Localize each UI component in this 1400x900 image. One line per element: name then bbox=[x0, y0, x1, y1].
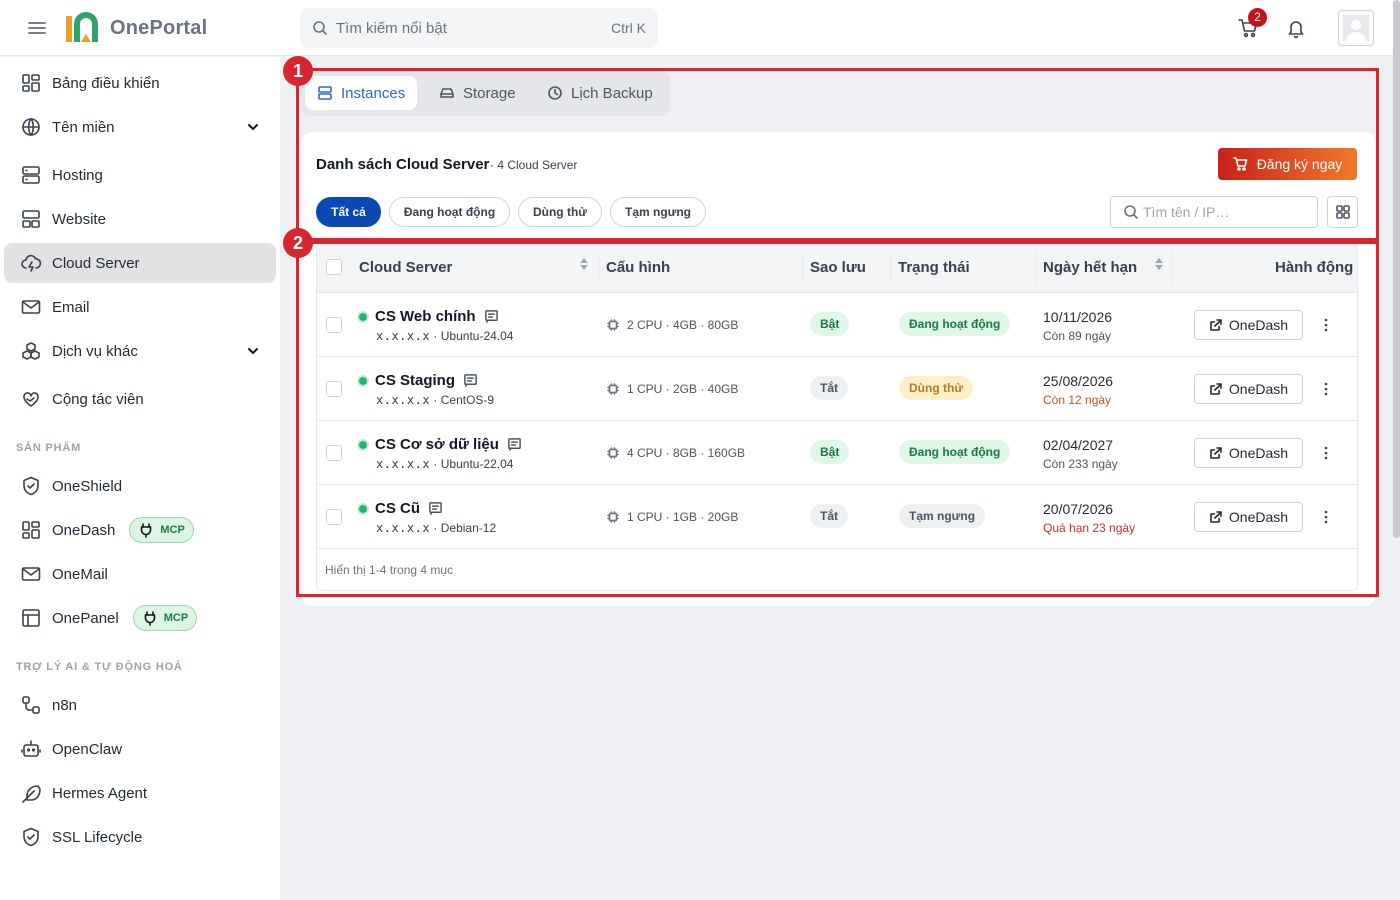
mail-icon bbox=[21, 567, 41, 581]
sidebar-item-n8n[interactable]: n8n bbox=[4, 685, 276, 725]
search-placeholder: Tìm kiếm nổi bật bbox=[336, 19, 447, 37]
chevron-down-icon[interactable] bbox=[246, 120, 260, 134]
globe-icon bbox=[22, 118, 40, 136]
annotation-box-1 bbox=[296, 68, 1379, 241]
bell-icon[interactable] bbox=[1285, 17, 1307, 39]
cart-count-badge: 2 bbox=[1248, 8, 1267, 27]
brand-name: OnePortal bbox=[110, 16, 208, 39]
section-title-products: SẢN PHẨM bbox=[16, 442, 82, 454]
mcp-badge-label: MCP bbox=[163, 612, 189, 624]
annotation-number-2: 2 bbox=[283, 228, 313, 258]
server-icon bbox=[22, 166, 40, 184]
brand-logo[interactable]: OnePortal bbox=[64, 10, 207, 46]
sidebar-item-label: Website bbox=[52, 210, 106, 228]
panel-icon bbox=[22, 609, 40, 627]
sidebar-item-label: Email bbox=[52, 298, 90, 316]
sidebar-item-label: Dịch vụ khác bbox=[52, 342, 138, 360]
sidebar-item-hermes-agent[interactable]: Hermes Agent bbox=[4, 773, 276, 813]
shield-check-icon bbox=[23, 827, 39, 847]
section-title-ai: TRỢ LÝ AI & TỰ ĐỘNG HOÁ bbox=[16, 661, 183, 673]
annotation-box-2 bbox=[296, 241, 1379, 597]
top-header: OnePortal Tìm kiếm nổi bật Ctrl K 2 bbox=[0, 0, 1400, 56]
sidebar-item-oneshield[interactable]: OneShield bbox=[4, 466, 276, 506]
sidebar-item-label: OneShield bbox=[52, 477, 123, 495]
user-avatar[interactable] bbox=[1338, 10, 1374, 46]
logo-mark-icon bbox=[66, 12, 98, 42]
handshake-heart-icon bbox=[23, 392, 39, 407]
sidebar-item-label: Hosting bbox=[52, 166, 103, 184]
search-shortcut: Ctrl K bbox=[611, 20, 646, 36]
sidebar-item-onemail[interactable]: OneMail bbox=[4, 554, 276, 594]
sidebar-item-label: Cộng tác viên bbox=[52, 390, 144, 408]
sidebar-item-label: OnePanel bbox=[52, 609, 119, 627]
website-icon bbox=[22, 210, 40, 228]
sidebar-item-dashboard[interactable]: Bảng điều khiển bbox=[4, 63, 276, 103]
shield-icon bbox=[23, 476, 39, 496]
sidebar-item-label: OneDash bbox=[52, 521, 116, 539]
mcp-badge-label: MCP bbox=[160, 524, 185, 536]
sidebar-item-other-services[interactable]: Dịch vụ khác bbox=[4, 331, 276, 371]
mcp-badge: MCP bbox=[129, 517, 194, 543]
sidebar-item-domains[interactable]: Tên miền bbox=[4, 107, 276, 147]
hamburger-menu-icon[interactable] bbox=[26, 17, 48, 39]
mail-icon bbox=[21, 300, 41, 314]
boxes-icon bbox=[22, 342, 40, 360]
feather-icon bbox=[22, 785, 41, 803]
sidebar-item-label: SSL Lifecycle bbox=[52, 828, 143, 846]
sidebar-item-onepanel[interactable]: OnePanel MCP bbox=[4, 598, 276, 638]
cloud-server-icon bbox=[21, 254, 42, 272]
annotation-number-1: 1 bbox=[283, 56, 313, 86]
page-scrollbar[interactable] bbox=[1393, 0, 1400, 538]
sidebar-item-affiliates[interactable]: Cộng tác viên bbox=[4, 379, 276, 419]
mcp-badge: MCP bbox=[132, 605, 198, 631]
sidebar-item-hosting[interactable]: Hosting bbox=[4, 155, 276, 195]
sidebar-item-label: Bảng điều khiển bbox=[52, 74, 160, 92]
sidebar-item-cloud-server[interactable]: Cloud Server bbox=[4, 243, 276, 283]
dashboard-icon bbox=[22, 521, 40, 539]
sidebar-item-label: Hermes Agent bbox=[52, 784, 148, 802]
sidebar-item-openclaw[interactable]: OpenClaw bbox=[4, 729, 276, 769]
global-search-input[interactable]: Tìm kiếm nổi bật Ctrl K bbox=[300, 8, 658, 48]
workflow-icon bbox=[22, 696, 40, 714]
chevron-down-icon[interactable] bbox=[246, 344, 260, 358]
sidebar-item-label: Cloud Server bbox=[52, 254, 140, 272]
sidebar-item-ssl-lifecycle[interactable]: SSL Lifecycle bbox=[4, 817, 276, 857]
user-icon bbox=[1343, 15, 1369, 41]
robot-icon bbox=[21, 740, 41, 757]
search-icon bbox=[313, 21, 327, 35]
sidebar-item-label: Tên miền bbox=[52, 118, 115, 136]
sidebar-item-onedash[interactable]: OneDash MCP bbox=[4, 510, 276, 550]
plug-icon bbox=[144, 611, 156, 626]
dashboard-icon bbox=[22, 74, 40, 92]
sidebar-item-label: OpenClaw bbox=[52, 740, 123, 758]
sidebar-item-label: OneMail bbox=[52, 565, 108, 583]
sidebar-item-label: n8n bbox=[52, 696, 78, 714]
sidebar-item-website[interactable]: Website bbox=[4, 199, 276, 239]
plug-icon bbox=[141, 523, 152, 538]
sidebar-item-email[interactable]: Email bbox=[4, 287, 276, 327]
sidebar: Bảng điều khiển Tên miền Hosting Website… bbox=[0, 57, 280, 900]
